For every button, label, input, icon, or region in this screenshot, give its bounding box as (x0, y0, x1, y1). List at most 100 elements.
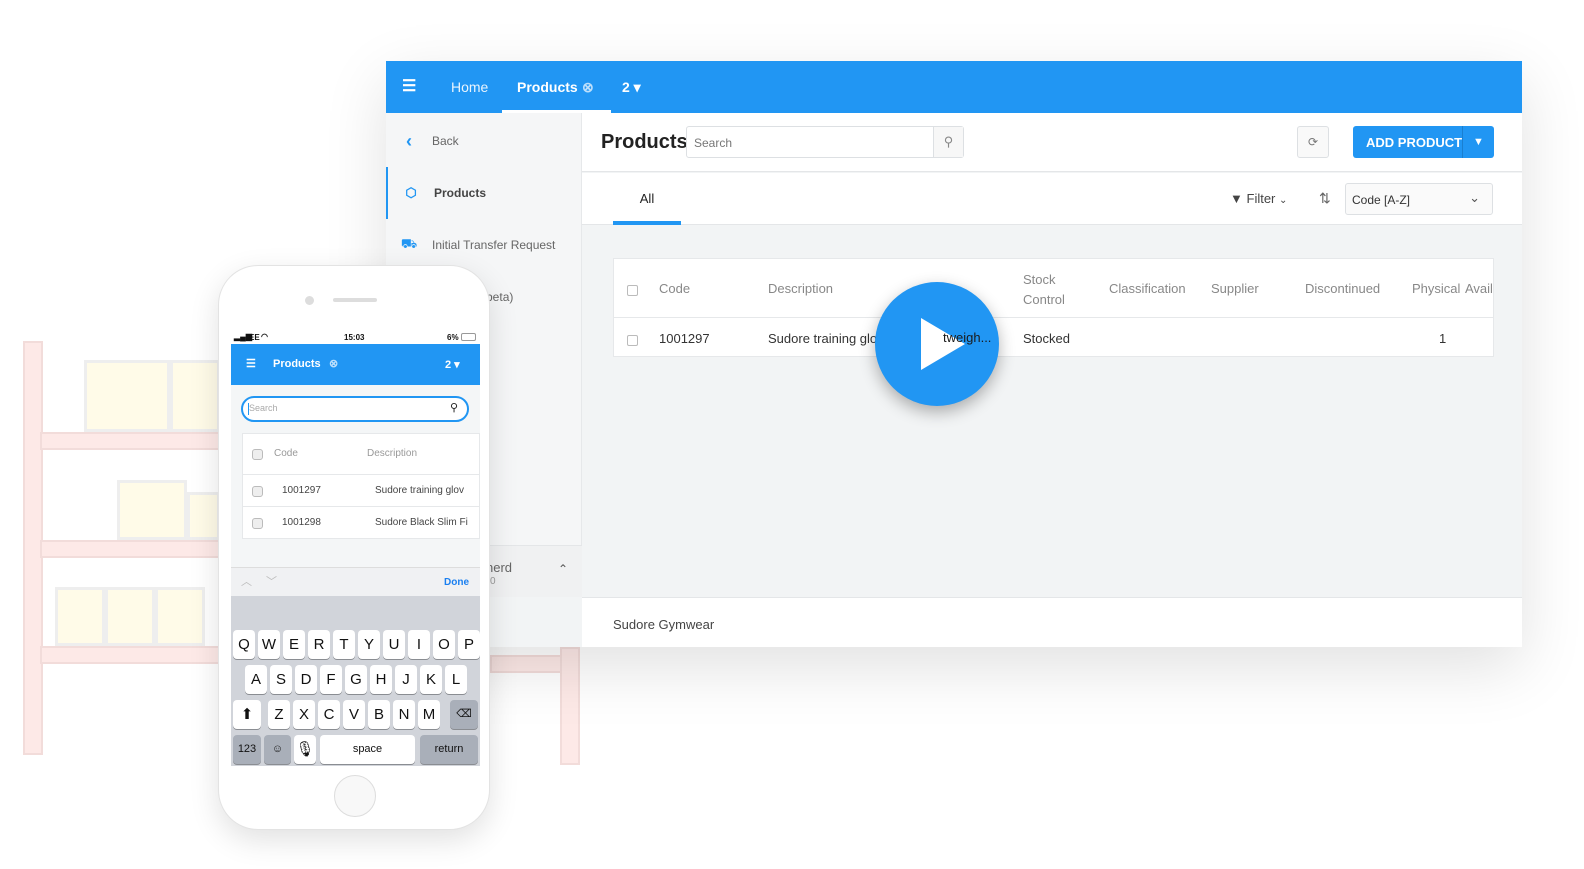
key-x[interactable]: X (293, 700, 315, 729)
key-z[interactable]: Z (268, 700, 290, 729)
select-all-checkbox[interactable] (252, 449, 263, 460)
column-header-description[interactable]: Description (367, 448, 417, 459)
table-row[interactable]: 1001298 Sudore Black Slim Fi (243, 507, 479, 538)
previous-field-icon[interactable]: ︿ (241, 573, 252, 589)
sync-button[interactable]: ⟳ (1297, 126, 1329, 158)
key-w[interactable]: W (258, 630, 280, 659)
column-header-discontinued[interactable]: Discontinued (1305, 281, 1380, 296)
phone-tab-products[interactable]: Products (273, 358, 321, 370)
nav-tab-home[interactable]: Home (451, 61, 488, 113)
key-p[interactable]: P (458, 630, 480, 659)
column-header-code[interactable]: Code (659, 281, 690, 296)
key-b[interactable]: B (368, 700, 390, 729)
nav-tab-products[interactable]: Products ⊗ (502, 61, 611, 113)
close-tab-icon[interactable]: ⊗ (582, 61, 594, 113)
window-count-dropdown[interactable]: 2 ▾ (622, 61, 641, 113)
column-header-description[interactable]: Description (768, 281, 833, 296)
backspace-key[interactable]: ⌫ (450, 700, 478, 729)
key-i[interactable]: I (408, 630, 430, 659)
key-o[interactable]: O (433, 630, 455, 659)
phone-products-table: Code Description 1001297 Sudore training… (242, 433, 480, 539)
shift-key[interactable]: ⬆ (233, 700, 261, 729)
chevron-up-icon[interactable]: ⌃ (558, 562, 568, 576)
sort-select[interactable]: Code [A-Z] ⌄ (1345, 183, 1493, 215)
microphone-key[interactable]: 🎙 (294, 735, 316, 764)
key-f[interactable]: F (320, 665, 342, 694)
shelf-post (560, 647, 580, 765)
funnel-icon: ▼ (1230, 191, 1243, 206)
column-header-supplier[interactable]: Supplier (1211, 281, 1259, 296)
sidebar-item-products[interactable]: ⬡ Products (386, 167, 582, 219)
key-v[interactable]: V (343, 700, 365, 729)
add-product-button[interactable]: ADD PRODUCT ▼ (1353, 126, 1494, 158)
phone-search-input[interactable]: Search ⚲ (241, 396, 469, 422)
home-button[interactable] (334, 775, 376, 817)
filter-button[interactable]: ▼ Filter ⌄ (1230, 191, 1287, 206)
phone-mockup: ▂▄▆ EE ◠ 15:03 6% ☰ Products ⊗ 2 ▾ Searc… (218, 265, 490, 830)
user-sub: 0 (490, 576, 496, 587)
column-header-available[interactable]: Availa (1465, 281, 1493, 296)
chevron-down-icon: ⌄ (1469, 190, 1480, 205)
key-m[interactable]: M (418, 700, 440, 729)
search-input[interactable]: Search ⚲ (686, 126, 964, 158)
tab-all[interactable]: All (613, 173, 681, 225)
chevron-down-icon[interactable]: ▼ (1462, 126, 1494, 158)
row-checkbox[interactable] (627, 335, 638, 346)
key-s[interactable]: S (270, 665, 292, 694)
key-r[interactable]: R (308, 630, 330, 659)
key-h[interactable]: H (370, 665, 392, 694)
close-tab-icon[interactable]: ⊗ (329, 357, 338, 370)
keyboard-accessory-bar: ︿ ﹀ Done (231, 567, 480, 596)
shelf-box (105, 587, 155, 646)
shelf-box (84, 360, 170, 432)
select-all-checkbox[interactable] (627, 285, 638, 296)
sidebar-item-back[interactable]: ‹ Back (386, 115, 582, 167)
key-q[interactable]: Q (233, 630, 255, 659)
numbers-key[interactable]: 123 (233, 735, 261, 764)
sort-direction-icon[interactable]: ⇅ (1319, 190, 1331, 207)
key-g[interactable]: G (345, 665, 367, 694)
hamburger-icon[interactable]: ☰ (246, 357, 256, 370)
sidebar-item-label: Products (434, 186, 487, 200)
cell-description-tail: tweigh... (943, 330, 992, 345)
key-t[interactable]: T (333, 630, 355, 659)
done-button[interactable]: Done (444, 577, 469, 588)
phone-screen: ▂▄▆ EE ◠ 15:03 6% ☰ Products ⊗ 2 ▾ Searc… (231, 331, 480, 766)
column-header-physical[interactable]: Physical (1412, 281, 1460, 296)
search-placeholder: Search (694, 136, 733, 150)
key-e[interactable]: E (283, 630, 305, 659)
table-header-row: Code Description Stock Control Classific… (614, 259, 1493, 318)
key-j[interactable]: J (395, 665, 417, 694)
hamburger-icon[interactable]: ☰ (402, 61, 416, 113)
key-d[interactable]: D (295, 665, 317, 694)
cell-stock-control: Stocked (1023, 331, 1070, 346)
page-title: Products (601, 131, 688, 153)
window-count-dropdown[interactable]: 2 ▾ (445, 358, 460, 371)
key-a[interactable]: A (245, 665, 267, 694)
row-checkbox[interactable] (252, 518, 263, 529)
return-key[interactable]: return (420, 735, 478, 764)
key-n[interactable]: N (393, 700, 415, 729)
next-field-icon[interactable]: ﹀ (266, 573, 277, 589)
key-y[interactable]: Y (358, 630, 380, 659)
sidebar-item-initial-transfer-request[interactable]: ⛟ Initial Transfer Request (386, 219, 582, 271)
table-row[interactable]: 1001297 Sudore training glov Stocked 1 (614, 318, 1493, 357)
row-checkbox[interactable] (252, 486, 263, 497)
search-icon[interactable]: ⚲ (450, 401, 458, 414)
table-row[interactable]: 1001297 Sudore training glov (243, 475, 479, 507)
sort-value: Code [A-Z] (1352, 193, 1411, 207)
emoji-key[interactable]: ☺ (264, 735, 291, 764)
search-placeholder: Search (249, 403, 278, 413)
key-k[interactable]: K (420, 665, 442, 694)
search-button[interactable]: ⚲ (933, 127, 963, 157)
key-u[interactable]: U (383, 630, 405, 659)
shelf-box (55, 587, 105, 646)
column-header-code[interactable]: Code (274, 448, 298, 459)
space-key[interactable]: space (320, 735, 415, 764)
truck-icon: ⛟ (400, 236, 418, 251)
column-header-stock-control[interactable]: Stock Control (1023, 270, 1073, 310)
key-l[interactable]: L (445, 665, 467, 694)
key-c[interactable]: C (318, 700, 340, 729)
cell-code: 1001298 (282, 517, 321, 528)
column-header-classification[interactable]: Classification (1109, 281, 1186, 296)
